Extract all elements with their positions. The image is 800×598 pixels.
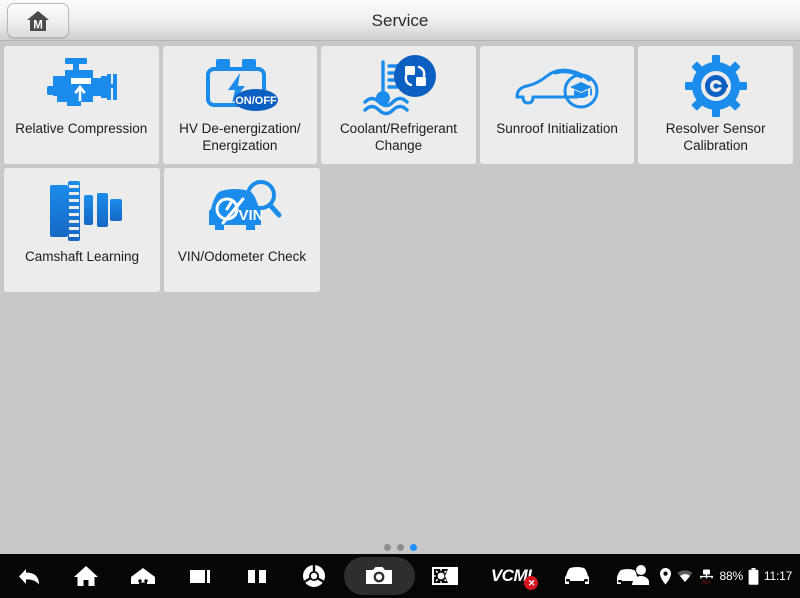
gear-sensor-icon — [638, 46, 793, 120]
status-tray: PLC 88% 11:17 — [659, 568, 800, 585]
split-screen-button[interactable] — [228, 554, 285, 598]
coolant-exchange-icon — [321, 46, 476, 120]
page-dot-active[interactable] — [410, 544, 417, 551]
service-screen: M Service — [0, 0, 800, 598]
service-grid-row: Camshaft Learning VIN VIN/Odometer Check — [4, 168, 797, 296]
page-title: Service — [0, 0, 800, 41]
remote-assist-icon — [615, 564, 649, 588]
tile-coolant-refrigerant-change[interactable]: Coolant/Refrigerant Change — [321, 46, 476, 164]
battery-onoff-icon: ON/OFF — [163, 46, 318, 120]
home-icon — [73, 563, 99, 589]
page-dot[interactable] — [397, 544, 404, 551]
vehicle-button[interactable] — [548, 554, 605, 598]
tile-label: Resolver Sensor Calibration — [638, 120, 793, 154]
tile-label: HV De-energization/ Energization — [163, 120, 318, 154]
ethernet-icon: PLC — [698, 569, 715, 584]
car-sunroof-icon — [480, 46, 635, 120]
engine-block-icon — [4, 46, 159, 120]
vcmi-label: VCMI ✕ — [491, 566, 532, 586]
back-icon — [16, 563, 42, 589]
tile-label: Sunroof Initialization — [480, 120, 635, 137]
tile-sunroof-initialization[interactable]: Sunroof Initialization — [480, 46, 635, 164]
tile-label: Relative Compression — [4, 120, 159, 137]
brightness-icon — [431, 564, 459, 588]
chrome-icon — [301, 563, 327, 589]
svg-text:ON/OFF: ON/OFF — [235, 95, 277, 107]
vcmi-button[interactable]: VCMI ✕ — [474, 554, 549, 598]
clock: 11:17 — [764, 569, 792, 583]
wifi-icon — [677, 569, 693, 583]
service-grid-row: Relative Compression ON/OFF — [4, 46, 797, 168]
chrome-button[interactable] — [285, 554, 342, 598]
home-button[interactable] — [57, 554, 114, 598]
tile-resolver-sensor-calibration[interactable]: Resolver Sensor Calibration — [638, 46, 793, 164]
android-home-icon — [130, 563, 156, 589]
tile-label: Coolant/Refrigerant Change — [321, 120, 476, 154]
page-dot[interactable] — [384, 544, 391, 551]
svg-text:PLC: PLC — [702, 579, 712, 583]
vin-search-icon: VIN — [164, 168, 320, 248]
android-home-button[interactable] — [114, 554, 171, 598]
remote-assistance-button[interactable] — [605, 554, 658, 598]
recents-button[interactable] — [171, 554, 228, 598]
vcmi-error-badge: ✕ — [524, 576, 538, 590]
back-button[interactable] — [0, 554, 57, 598]
recents-icon — [187, 563, 213, 589]
screenshot-button[interactable] — [344, 557, 415, 595]
tile-relative-compression[interactable]: Relative Compression — [4, 46, 159, 164]
battery-percent: 88% — [720, 569, 743, 583]
tile-label: Camshaft Learning — [4, 248, 160, 265]
camshaft-icon — [4, 168, 160, 248]
page-indicator — [0, 544, 800, 551]
tile-vin-odometer-check[interactable]: VIN VIN/Odometer Check — [164, 168, 320, 292]
split-screen-icon — [244, 563, 270, 589]
tile-camshaft-learning[interactable]: Camshaft Learning — [4, 168, 160, 292]
battery-icon — [748, 568, 759, 585]
service-grid: Relative Compression ON/OFF — [4, 46, 797, 296]
tile-hv-deenergization[interactable]: ON/OFF HV De-energization/ Energization — [163, 46, 318, 164]
tile-label: VIN/Odometer Check — [164, 248, 320, 265]
system-navigation-bar: VCMI ✕ — [0, 554, 800, 598]
location-pin-icon — [659, 568, 672, 585]
car-icon — [562, 564, 592, 588]
display-button[interactable] — [417, 554, 474, 598]
camera-icon — [364, 563, 394, 589]
app-header: M Service — [0, 0, 800, 41]
